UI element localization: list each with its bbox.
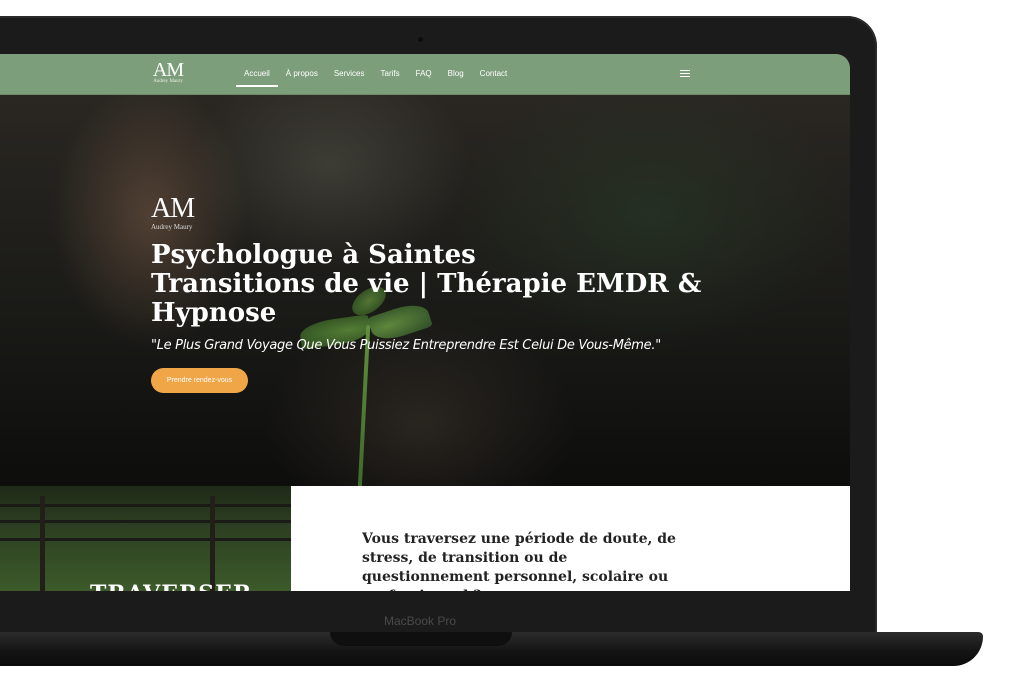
hero-title-line: Transitions de vie | Thérapie EMDR & <box>151 269 702 299</box>
nav-item-contact[interactable]: Contact <box>472 54 516 94</box>
webcam <box>418 37 423 42</box>
main-nav: Accueil À propos Services Tarifs FAQ Blo… <box>236 54 515 94</box>
hero-title-line: Hypnose <box>151 298 277 328</box>
intro-question: Vous traversez une période de doute, de … <box>362 531 676 591</box>
pergola-image: TRAVERSER <box>0 486 291 591</box>
pergola-post <box>210 496 215 591</box>
hero-section: AM Audrey Maury Psychologue à Saintes Tr… <box>0 95 850 486</box>
nav-item-faq[interactable]: FAQ <box>408 54 440 94</box>
hamburger-icon[interactable] <box>680 70 690 78</box>
intro-panel: Vous traversez une période de doute, de … <box>291 486 850 591</box>
site-header: AM Audrey Maury Accueil À propos Service… <box>0 54 850 95</box>
laptop-screen: AM Audrey Maury Accueil À propos Service… <box>0 54 850 591</box>
device-model-label: MacBook Pro <box>383 614 457 628</box>
hero-title: Psychologue à Saintes Transitions de vie… <box>151 241 711 328</box>
hero-title-line: Psychologue à Saintes <box>151 240 476 270</box>
hero-logo-name: Audrey Maury <box>151 223 193 231</box>
section-image-heading: TRAVERSER <box>90 581 252 591</box>
nav-item-a-propos[interactable]: À propos <box>278 54 326 94</box>
logo-name: Audrey Maury <box>153 79 183 84</box>
nav-item-blog[interactable]: Blog <box>440 54 472 94</box>
book-appointment-button[interactable]: Prendre rendez-vous <box>151 368 248 393</box>
logo-monogram: AM <box>152 59 184 81</box>
hero-quote: "Le Plus Grand Voyage Que Vous Puissiez … <box>151 338 661 353</box>
hero-logo: AM Audrey Maury <box>151 193 199 232</box>
nav-item-tarifs[interactable]: Tarifs <box>373 54 408 94</box>
nav-item-services[interactable]: Services <box>326 54 373 94</box>
site-logo[interactable]: AM Audrey Maury <box>150 60 186 90</box>
laptop-base-notch <box>330 632 512 646</box>
hero-logo-monogram: AM <box>151 193 195 224</box>
pergola-post <box>40 496 45 591</box>
nav-item-accueil[interactable]: Accueil <box>236 54 278 94</box>
